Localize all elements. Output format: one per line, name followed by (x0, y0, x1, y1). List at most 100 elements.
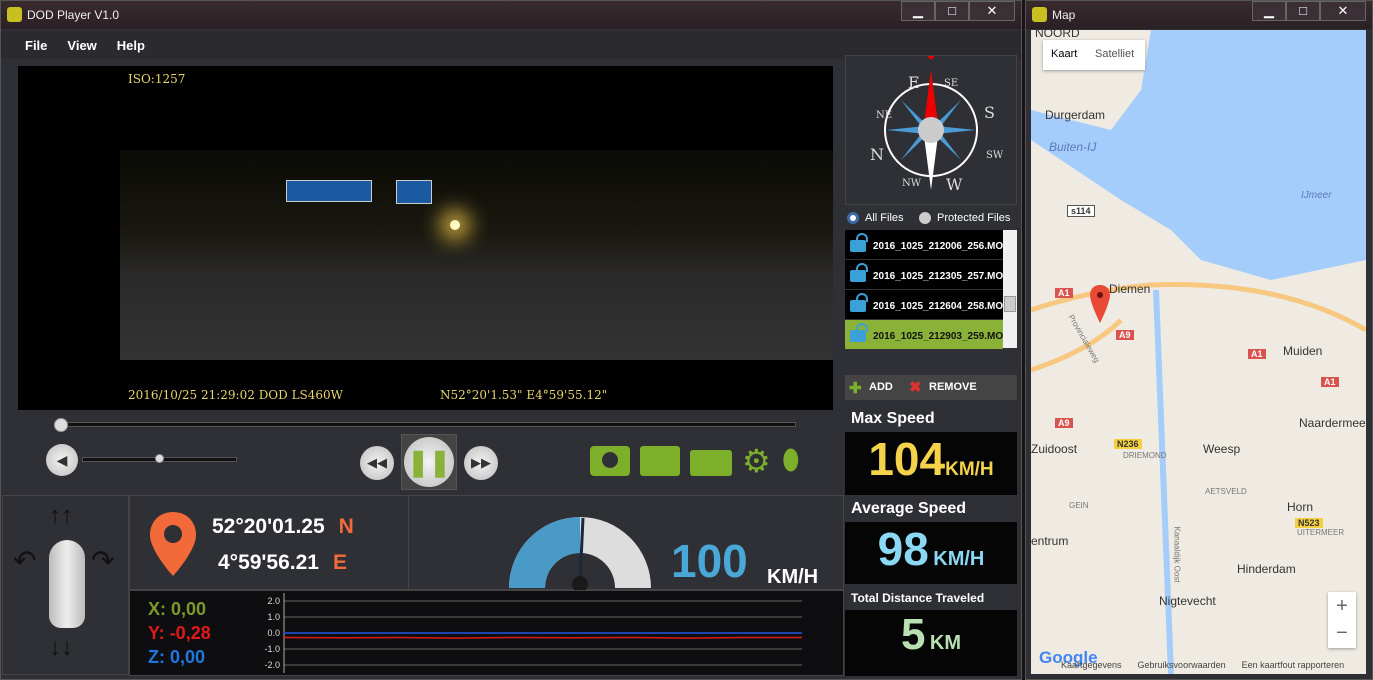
add-button[interactable]: ADD (869, 381, 893, 393)
timestamp-overlay: 2016/10/25 21:29:02 DOD LS460W (128, 388, 344, 402)
x-value: 0,00 (171, 599, 207, 619)
road-shield: A1 (1321, 377, 1339, 387)
total-distance-value: 5 (900, 610, 926, 659)
map-label: AETSVELD (1205, 487, 1247, 496)
map-label: entrum (1031, 534, 1069, 548)
car-icon (49, 540, 85, 628)
player-titlebar: DOD Player V1.0 ▁ □ ✕ (1, 1, 1021, 29)
svg-text:SE: SE (944, 78, 958, 89)
remove-button[interactable]: REMOVE (929, 381, 977, 393)
file-item[interactable]: 2016_1025_212604_258.MOV (845, 290, 1003, 320)
avg-speed-unit: KM/H (933, 548, 985, 570)
terms-link[interactable]: Gebruiksvoorwaarden (1138, 660, 1226, 670)
file-item[interactable]: 2016_1025_212305_257.MOV (845, 260, 1003, 290)
speed-value: 100 (671, 535, 748, 587)
svg-text:SW: SW (986, 150, 1004, 161)
turn-indicator-panel: ↑↑ ↶ ↷ ↓↓ (2, 495, 129, 675)
map-label: Nigtevecht (1159, 594, 1216, 608)
unlock-icon (850, 293, 868, 312)
file-item-selected[interactable]: 2016_1025_212903_259.MOV (845, 320, 1003, 350)
unlock-icon (850, 263, 868, 282)
forward-button[interactable]: ▶▶ (464, 446, 498, 480)
location-pin-icon (150, 512, 196, 576)
report-error-link[interactable]: Een kaartfout rapporteren (1242, 660, 1345, 670)
map-label: Buiten-IJ (1049, 140, 1097, 154)
map-marker-icon[interactable] (1089, 284, 1111, 324)
volume-handle[interactable] (155, 454, 164, 463)
pause-icon: ❚❚ (407, 447, 451, 477)
map-pin-icon[interactable]: ⬮ (782, 444, 800, 477)
window-title: DOD Player V1.0 (27, 8, 120, 22)
accelerometer-chart: 2.0 1.0 0.0 -1.0 -2.0 (264, 593, 802, 673)
svg-text:NE: NE (876, 110, 892, 121)
iso-overlay: ISO:1257 (128, 72, 186, 86)
compass-rose-icon: E SE NE S N SW NW W (870, 56, 1004, 194)
gps-panel: 52°20'01.25 N 4°59'56.21 E (129, 495, 409, 590)
speed-unit: KM/H (767, 566, 819, 588)
map-minimize-button[interactable]: ▁ (1252, 1, 1286, 21)
map-close-button[interactable]: ✕ (1320, 1, 1366, 21)
all-files-radio[interactable] (847, 212, 859, 224)
camera-icon[interactable] (590, 446, 630, 476)
road-sign (396, 180, 432, 204)
fast-forward-icon: ▶▶ (471, 455, 491, 470)
map-view[interactable]: Kaart Satelliet NOORD Durgerdam Buiten-I… (1031, 30, 1366, 674)
map-label: Durgerdam (1045, 108, 1106, 122)
app-icon (7, 7, 22, 22)
speedometer-gauge (509, 517, 651, 592)
maximize-button[interactable]: □ (935, 1, 969, 21)
unlock-icon (850, 233, 868, 252)
svg-text:N: N (870, 145, 884, 164)
close-button[interactable]: ✕ (969, 1, 1015, 21)
zoom-out-button[interactable]: − (1328, 620, 1356, 648)
minimize-button[interactable]: ▁ (901, 1, 935, 21)
map-label: Weesp (1203, 442, 1241, 456)
max-speed-value: 104 (868, 433, 946, 485)
video-frame (120, 150, 833, 360)
svg-text:S: S (984, 103, 995, 122)
menu-view[interactable]: View (57, 31, 106, 59)
road-shield: A1 (1055, 288, 1073, 298)
file-item[interactable]: 2016_1025_212006_256.MOV (845, 230, 1003, 260)
zoom-in-button[interactable]: + (1328, 592, 1356, 620)
settings-gear-icon[interactable]: ⚙ (742, 442, 771, 480)
remove-icon: ✖ (909, 379, 922, 396)
menu-file[interactable]: File (15, 31, 57, 59)
map-tab-kaart[interactable]: Kaart (1051, 48, 1077, 60)
app-icon (1032, 7, 1047, 22)
compass-e: E (908, 73, 920, 92)
avg-speed-value: 98 (877, 523, 929, 575)
rewind-button[interactable]: ◀◀ (360, 446, 394, 480)
map-label: Muiden (1283, 344, 1323, 358)
z-value: 0,00 (170, 647, 206, 667)
max-speed-unit: KM/H (945, 459, 994, 480)
longitude: 4°59'56.21 (218, 551, 319, 574)
file-list-scrollbar[interactable] (1003, 230, 1017, 348)
straight-arrows-icon: ↑↑ (49, 502, 73, 529)
speed-panel: 100 KM/H (408, 495, 844, 592)
seek-handle[interactable] (54, 418, 68, 432)
turn-left-icon: ↶ (13, 545, 37, 576)
y-tick-label: 2.0 (267, 596, 280, 606)
road-sign (286, 180, 372, 202)
avg-speed-label: Average Speed (845, 495, 1017, 523)
image-folder-icon[interactable] (640, 446, 680, 476)
volume-button[interactable]: ◀ (46, 444, 78, 476)
reverse-arrows-icon: ↓↓ (49, 634, 73, 661)
map-data-link[interactable]: Kaartgegevens (1061, 660, 1122, 670)
menu-help[interactable]: Help (107, 31, 155, 59)
pause-button[interactable]: ❚❚ (404, 437, 454, 487)
road-shield: N523 (1295, 518, 1323, 528)
map-tab-satelliet[interactable]: Satelliet (1095, 48, 1134, 60)
protected-files-label[interactable]: Protected Files (937, 212, 1010, 224)
seek-bar[interactable] (54, 422, 796, 427)
all-files-label[interactable]: All Files (865, 212, 904, 224)
map-maximize-button[interactable]: □ (1286, 1, 1320, 21)
video-view[interactable]: ISO:1257 2016/10/25 21:29:02 DOD LS460W … (18, 66, 833, 410)
accelerometer-panel: X: 0,00 Y: -0,28 Z: 0,00 2.0 1.0 0.0 -1.0 -2… (129, 590, 844, 676)
road-shield: A9 (1055, 418, 1073, 428)
map-label: UITERMEER (1297, 528, 1345, 537)
folder-icon[interactable] (690, 450, 732, 476)
protected-files-radio[interactable] (919, 212, 931, 224)
rewind-icon: ◀◀ (367, 455, 387, 470)
